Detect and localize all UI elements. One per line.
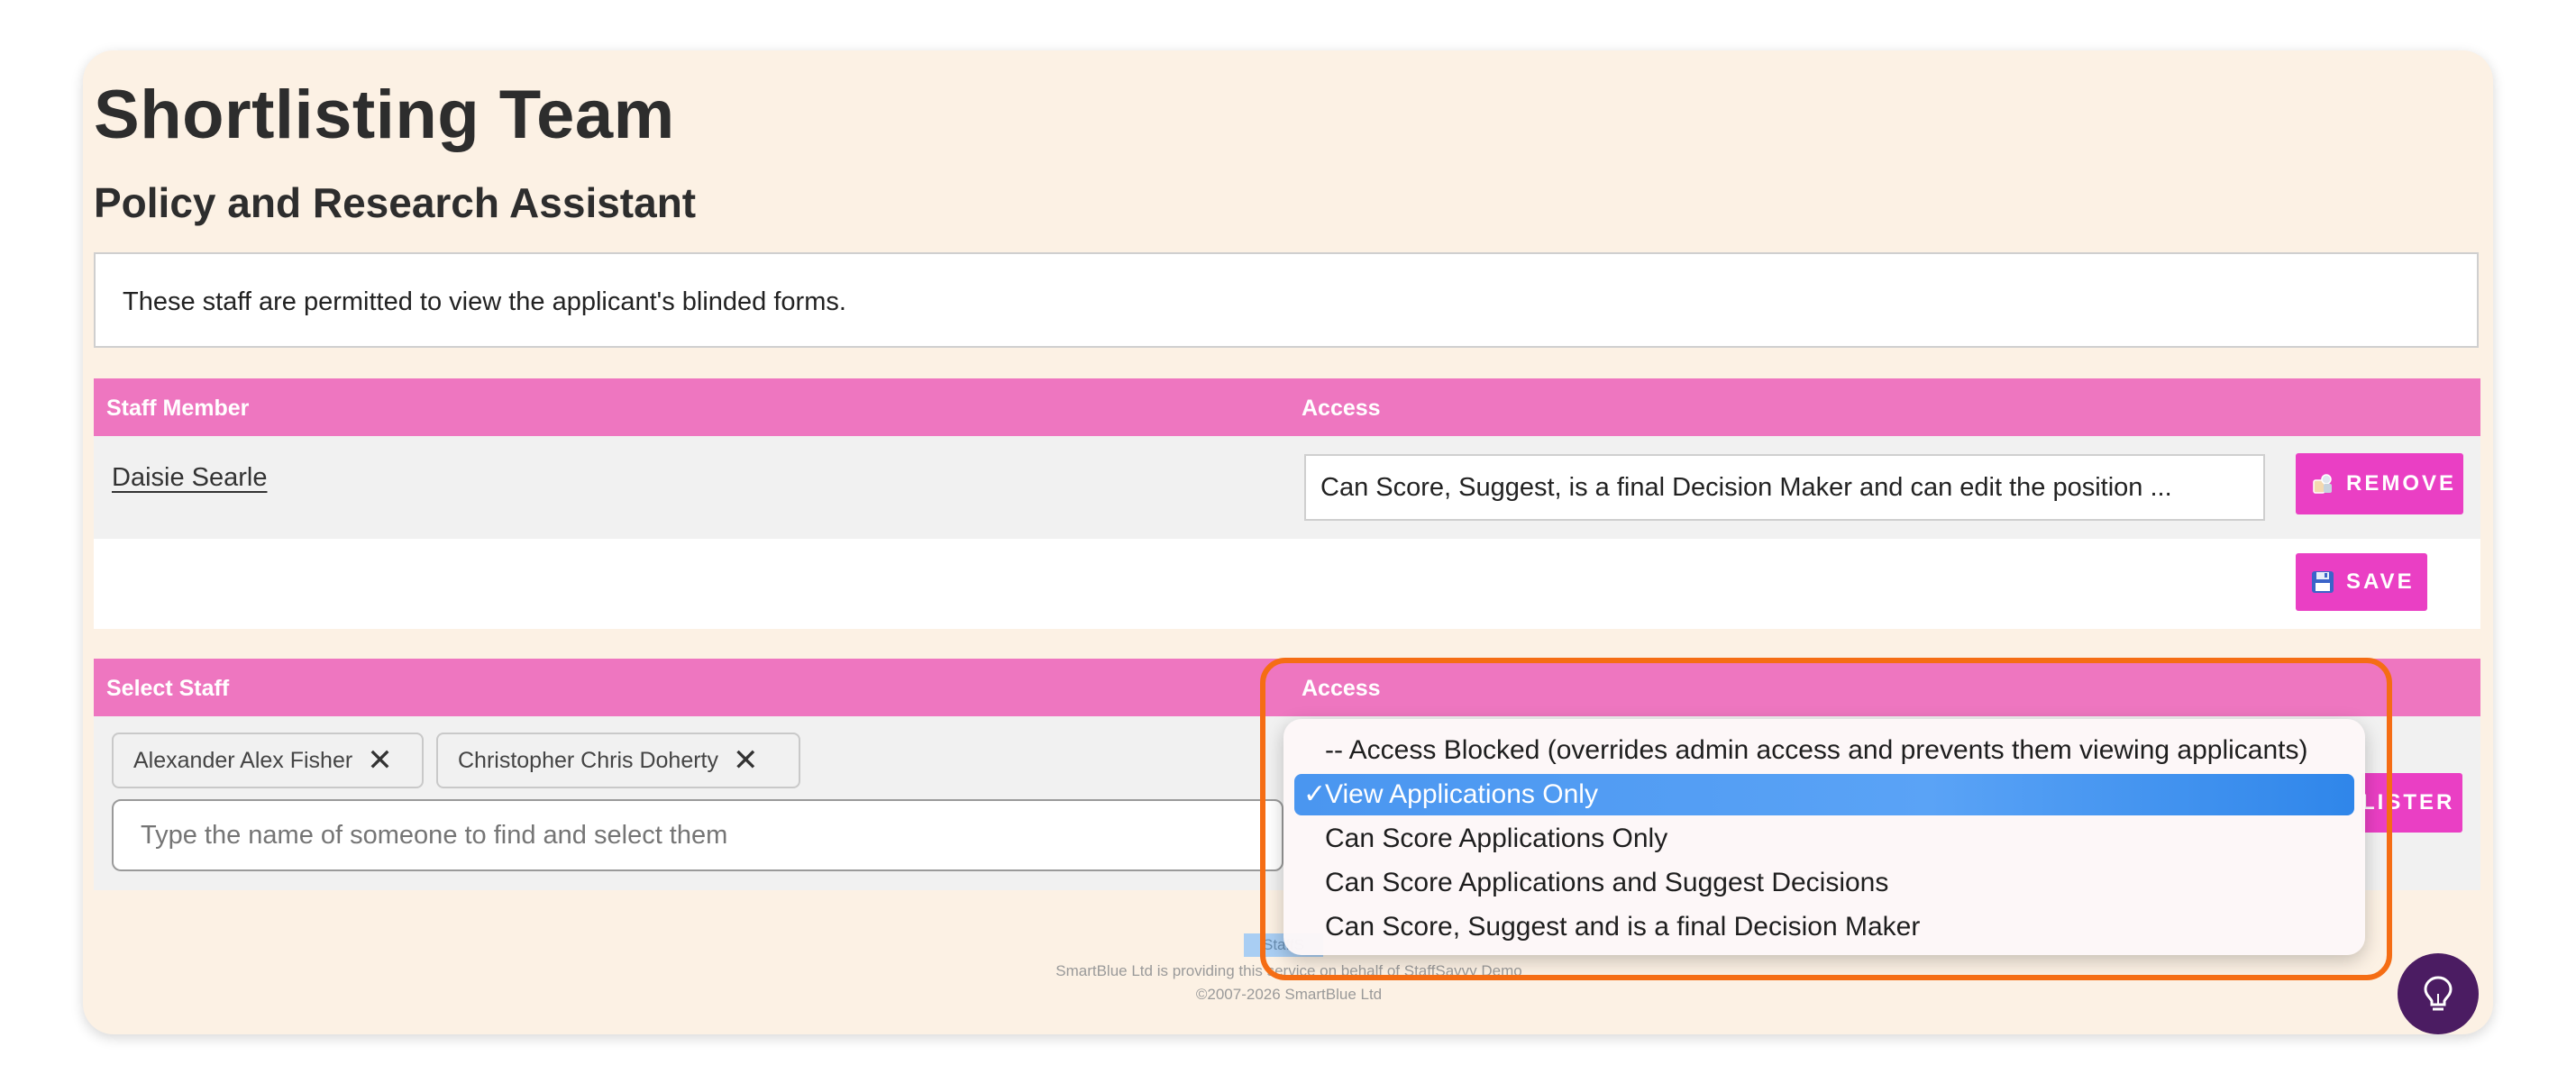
save-label: SAVE [2346,569,2415,594]
register-button[interactable]: LISTER [2361,773,2462,833]
floppy-disk-icon [2312,571,2334,593]
page-title: Shortlisting Team [94,77,675,153]
table-row: Daisie Searle Can Score, Suggest, is a f… [94,436,2480,539]
staff-search-input[interactable] [112,799,1283,871]
team-table-header: Staff Member Access [94,378,2480,436]
save-row: SAVE [94,539,2480,629]
col-access-new: Access [1302,676,1381,701]
col-select-staff: Select Staff [106,676,230,701]
dropdown-option[interactable]: -- Access Blocked (overrides admin acces… [1294,730,2354,771]
staff-member-link[interactable]: Daisie Searle [112,463,267,493]
remove-button[interactable]: REMOVE [2296,453,2463,514]
checkmark-icon: ✓ [1303,779,1327,809]
option-label: View Applications Only [1325,779,1598,809]
remove-label: REMOVE [2346,471,2457,496]
col-access: Access [1302,396,1381,421]
info-notice: These staff are permitted to view the ap… [94,252,2479,348]
access-select[interactable]: Can Score, Suggest, is a final Decision … [1304,454,2265,521]
dropdown-option[interactable]: Can Score, Suggest and is a final Decisi… [1294,906,2354,948]
footer-provider: SmartBlue Ltd is providing this service … [1055,962,1522,979]
select-table-header: Select Staff Access [94,659,2480,716]
save-button[interactable]: SAVE [2296,553,2427,611]
close-icon[interactable]: ✕ [733,745,759,776]
remove-icon [2313,474,2332,494]
selected-staff-chip: Alexander Alex Fisher ✕ [112,733,424,788]
col-staff-member: Staff Member [106,396,250,421]
access-dropdown-menu: -- Access Blocked (overrides admin acces… [1283,719,2365,955]
position-subtitle: Policy and Research Assistant [94,179,697,226]
footer-copyright: ©2007-2026 SmartBlue Ltd [1195,986,1383,1003]
chip-label: Alexander Alex Fisher [133,747,353,773]
help-button[interactable] [2398,953,2479,1034]
dropdown-option-selected[interactable]: ✓View Applications Only [1294,774,2354,815]
chip-label: Christopher Chris Doherty [458,747,718,773]
close-icon[interactable]: ✕ [367,745,393,776]
dropdown-option[interactable]: Can Score Applications and Suggest Decis… [1294,862,2354,904]
lightbulb-icon [2424,976,2453,1011]
dropdown-option[interactable]: Can Score Applications Only [1294,818,2354,860]
selected-staff-chip: Christopher Chris Doherty ✕ [436,733,800,788]
